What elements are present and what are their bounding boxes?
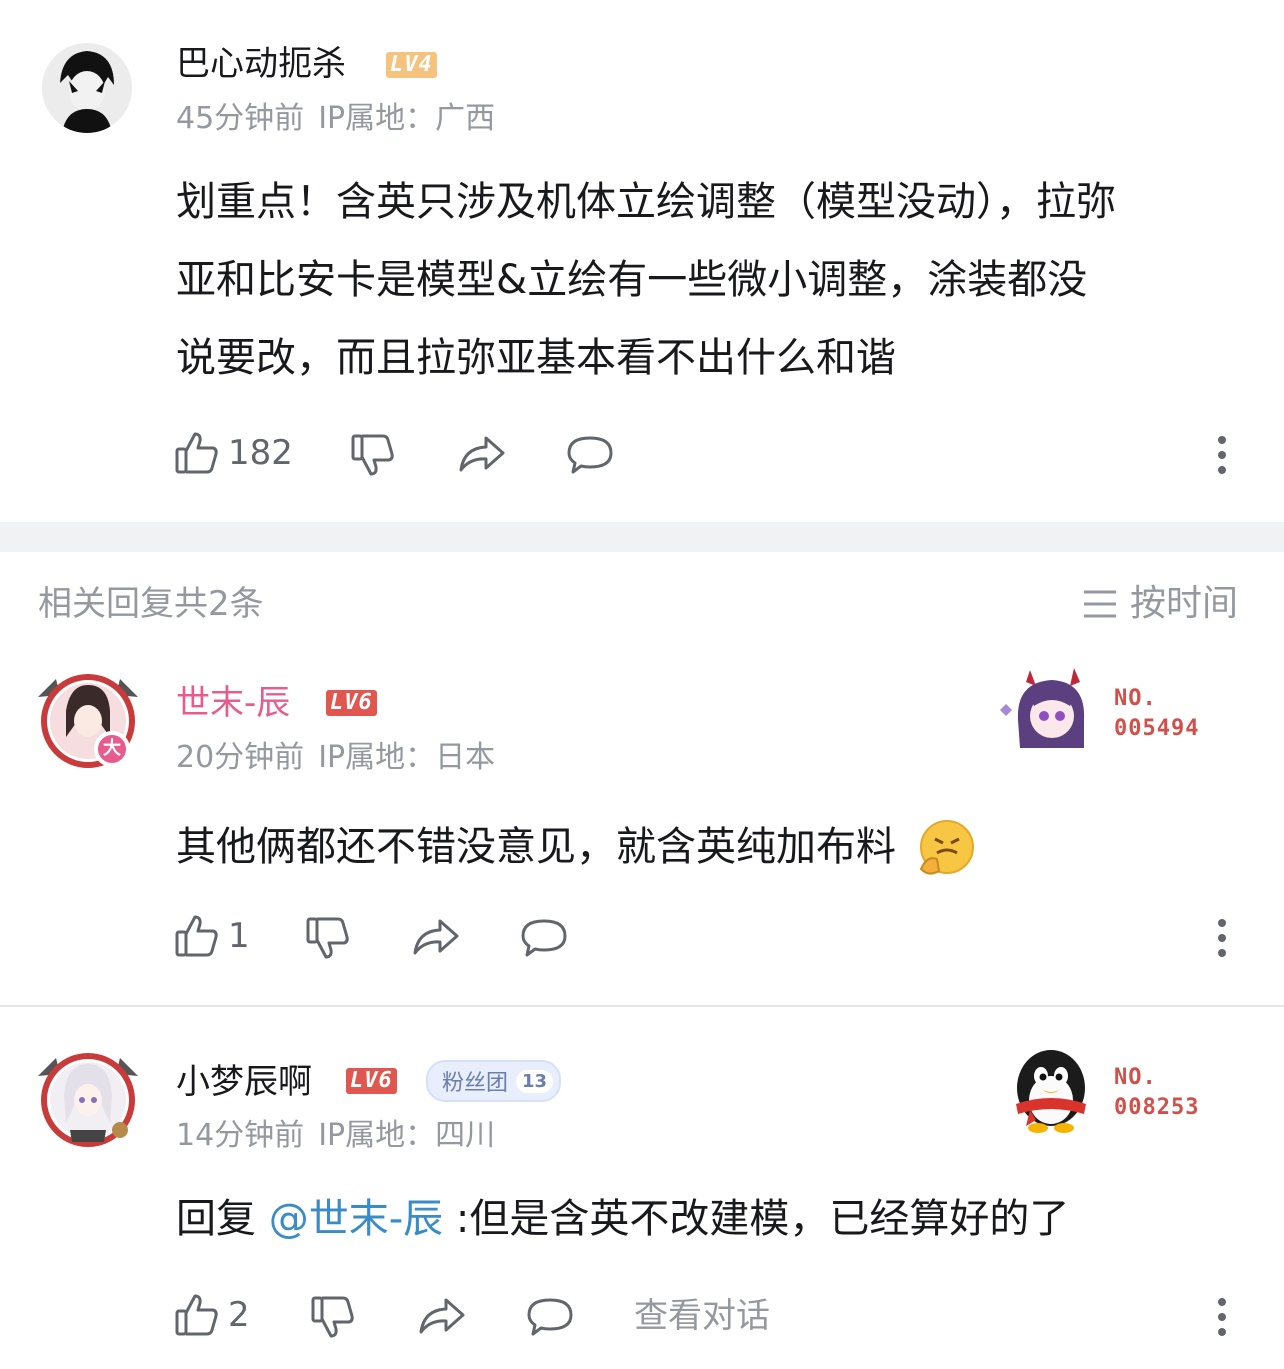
reply-button[interactable] bbox=[520, 917, 568, 959]
reply-text-content: 其他俩都还不错没意见，就含英纯加布料 bbox=[176, 824, 896, 870]
avatar-frame[interactable] bbox=[30, 1046, 146, 1150]
user-name[interactable]: 世末-辰 bbox=[176, 683, 290, 723]
reply-meta: 20分钟前 IP属地：日本 bbox=[176, 740, 509, 776]
fans-club-level: 13 bbox=[516, 1069, 554, 1093]
more-options-button[interactable] bbox=[1218, 436, 1226, 474]
avatar-frame[interactable]: 大 bbox=[30, 667, 146, 771]
fan-number: NO. 008253 bbox=[1114, 1063, 1199, 1123]
fan-card-image bbox=[1008, 1044, 1094, 1134]
reply-ip: IP属地：日本 bbox=[318, 740, 496, 775]
view-dialog-link[interactable]: 查看对话 bbox=[634, 1296, 770, 1336]
reply-time: 14分钟前 bbox=[176, 1118, 305, 1153]
thumbs-up-icon bbox=[174, 1292, 220, 1338]
share-button[interactable] bbox=[412, 917, 460, 957]
reply-text: 回复 @世末-辰 :但是含英不改建模，已经算好的了 bbox=[176, 1180, 1069, 1258]
like-count: 182 bbox=[228, 433, 293, 473]
share-button[interactable] bbox=[418, 1296, 466, 1336]
fan-number-value: 005494 bbox=[1114, 716, 1200, 741]
share-button[interactable] bbox=[458, 434, 506, 474]
fans-club-badge: 粉丝团 13 bbox=[426, 1060, 562, 1102]
reply-button[interactable] bbox=[566, 434, 614, 476]
dislike-button[interactable] bbox=[305, 915, 351, 961]
level-badge: LV6 bbox=[326, 690, 377, 716]
reply-meta: 14分钟前 IP属地：四川 bbox=[176, 1118, 509, 1154]
more-options-button[interactable] bbox=[1218, 1298, 1226, 1336]
replies-count: 相关回复共2条 bbox=[38, 584, 264, 624]
comment-text: 划重点！含英只涉及机体立绘调整（模型没动），拉弥 亚和比安卡是模型&立绘有一些微… bbox=[176, 163, 1116, 397]
reply-text: 其他俩都还不错没意见，就含英纯加布料 bbox=[176, 808, 975, 886]
avatar-badge: 大 bbox=[103, 738, 121, 759]
level-badge: LV4 bbox=[386, 52, 437, 78]
user-name[interactable]: 巴心动扼杀 bbox=[176, 44, 346, 84]
comment-meta: 45分钟前 IP属地：广西 bbox=[176, 101, 509, 137]
reply-time: 20分钟前 bbox=[176, 740, 305, 775]
fan-number-label: NO. bbox=[1114, 686, 1157, 711]
dislike-button[interactable] bbox=[350, 432, 396, 478]
section-divider bbox=[0, 522, 1284, 552]
sort-lines-icon bbox=[1082, 588, 1118, 620]
like-button[interactable]: 1 bbox=[174, 913, 250, 959]
reply-prefix: 回复 bbox=[176, 1196, 269, 1242]
comment-text-line: 划重点！含英只涉及机体立绘调整（模型没动），拉弥 bbox=[176, 179, 1116, 225]
like-button[interactable]: 182 bbox=[174, 430, 293, 476]
level-badge: LV6 bbox=[346, 1068, 397, 1094]
user-name[interactable]: 小梦辰啊 bbox=[176, 1062, 312, 1102]
thumbs-up-icon bbox=[174, 913, 220, 959]
dislike-button[interactable] bbox=[310, 1294, 356, 1340]
reply-text-content: :但是含英不改建模，已经算好的了 bbox=[443, 1196, 1070, 1242]
fan-card-image bbox=[990, 660, 1106, 750]
comment-text-line: 亚和比安卡是模型&立绘有一些微小调整，涂装都没 bbox=[176, 257, 1088, 303]
mention-link[interactable]: @世末-辰 bbox=[269, 1196, 443, 1242]
more-options-button[interactable] bbox=[1218, 919, 1226, 957]
reply-ip: IP属地：四川 bbox=[318, 1118, 496, 1153]
disgust-emoji-icon bbox=[915, 819, 975, 879]
avatar[interactable] bbox=[42, 43, 132, 133]
like-button[interactable]: 2 bbox=[174, 1292, 250, 1338]
fan-number-label: NO. bbox=[1114, 1065, 1157, 1090]
comment-text-line: 说要改，而且拉弥亚基本看不出什么和谐 bbox=[176, 335, 896, 381]
fan-number-value: 008253 bbox=[1114, 1095, 1200, 1120]
reply-divider bbox=[0, 1005, 1284, 1007]
thumbs-up-icon bbox=[174, 430, 220, 476]
comment-ip: IP属地：广西 bbox=[318, 101, 496, 136]
fan-number: NO. 005494 bbox=[1114, 684, 1199, 744]
fans-club-label: 粉丝团 bbox=[442, 1071, 509, 1096]
like-count: 1 bbox=[228, 916, 250, 956]
like-count: 2 bbox=[228, 1295, 250, 1335]
comment-time: 45分钟前 bbox=[176, 101, 305, 136]
reply-button[interactable] bbox=[526, 1296, 574, 1338]
sort-label: 按时间 bbox=[1130, 583, 1239, 624]
sort-button[interactable]: 按时间 bbox=[1082, 584, 1238, 624]
